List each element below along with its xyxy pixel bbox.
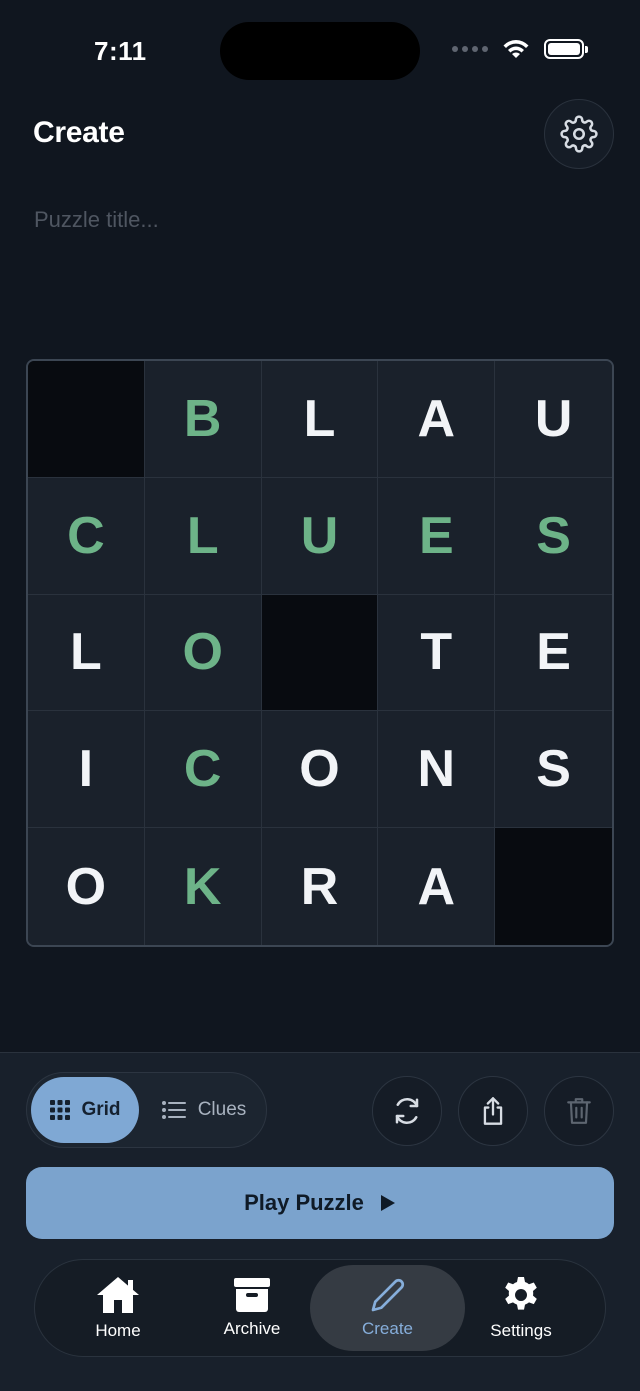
delete-button[interactable]	[544, 1076, 614, 1146]
page-title: Create	[33, 116, 125, 149]
status-icons	[452, 38, 588, 60]
grid-cell[interactable]: L	[28, 594, 145, 712]
trash-icon	[567, 1098, 591, 1124]
tab-create[interactable]: Create	[310, 1265, 465, 1351]
grid-cell[interactable]: T	[378, 594, 496, 712]
grid-cell[interactable]: O	[144, 594, 262, 712]
share-icon	[483, 1097, 503, 1125]
grid-cell-black	[495, 828, 612, 945]
tab-create-label: Create	[361, 1319, 414, 1338]
grid-cell[interactable]: K	[144, 828, 262, 945]
grid-cell[interactable]: L	[261, 361, 379, 478]
play-puzzle-label: Play Puzzle	[244, 1190, 364, 1215]
grid-cell[interactable]: A	[378, 828, 496, 945]
grid-cell[interactable]: S	[495, 711, 612, 829]
clues-mode-button[interactable]: Clues	[148, 1077, 260, 1143]
grid-cell[interactable]: U	[495, 361, 612, 478]
grid-cell[interactable]: R	[261, 828, 379, 945]
grid-cell-black	[261, 594, 379, 712]
grid-cell[interactable]: A	[378, 361, 496, 478]
list-icon	[161, 1101, 186, 1119]
regenerate-button[interactable]	[372, 1076, 442, 1146]
grid-mode-label: Grid	[81, 1099, 121, 1120]
wifi-icon	[503, 40, 529, 58]
grid-mode-button[interactable]: Grid	[31, 1077, 139, 1143]
grid-cell[interactable]: B	[144, 361, 262, 478]
grid-cell[interactable]: E	[495, 594, 612, 712]
grid-cell[interactable]: O	[261, 711, 379, 829]
grid-cell[interactable]: N	[378, 711, 496, 829]
tab-settings-label: Settings	[490, 1321, 552, 1340]
grid-cell[interactable]: E	[378, 477, 496, 595]
archive-icon	[234, 1278, 270, 1312]
share-button[interactable]	[458, 1076, 528, 1146]
grid-cell[interactable]: I	[28, 711, 145, 829]
tab-archive[interactable]: Archive	[177, 1259, 327, 1357]
crossword-grid: BLAUCLUESLOTEICONSOKRA	[26, 359, 614, 947]
puzzle-title-input[interactable]	[34, 200, 594, 240]
grid-cell-black	[28, 361, 145, 478]
refresh-icon	[395, 1097, 419, 1125]
gear-icon	[505, 1277, 537, 1310]
pencil-icon	[371, 1278, 404, 1312]
tab-settings[interactable]: Settings	[446, 1259, 596, 1357]
grid-cell[interactable]: L	[144, 477, 262, 595]
tab-home-label: Home	[95, 1321, 141, 1340]
grid-cell[interactable]: O	[28, 828, 145, 945]
home-icon	[97, 1277, 139, 1313]
grid-cell[interactable]: U	[261, 477, 379, 595]
grid-cell[interactable]: C	[28, 477, 145, 595]
status-time: 7:11	[94, 36, 147, 66]
play-puzzle-button[interactable]: Play Puzzle	[26, 1167, 614, 1239]
grid-cell[interactable]: S	[495, 477, 612, 595]
dynamic-island	[220, 22, 420, 80]
gear-icon	[560, 115, 598, 153]
grid-icon	[50, 1100, 71, 1120]
grid-cell[interactable]: C	[144, 711, 262, 829]
tab-archive-label: Archive	[223, 1319, 281, 1338]
settings-button[interactable]	[544, 99, 614, 169]
battery-icon	[544, 39, 588, 59]
cellular-signal-icon	[452, 46, 488, 52]
play-icon	[380, 1195, 395, 1211]
clues-mode-label: Clues	[197, 1099, 247, 1120]
tab-home[interactable]: Home	[43, 1259, 193, 1357]
